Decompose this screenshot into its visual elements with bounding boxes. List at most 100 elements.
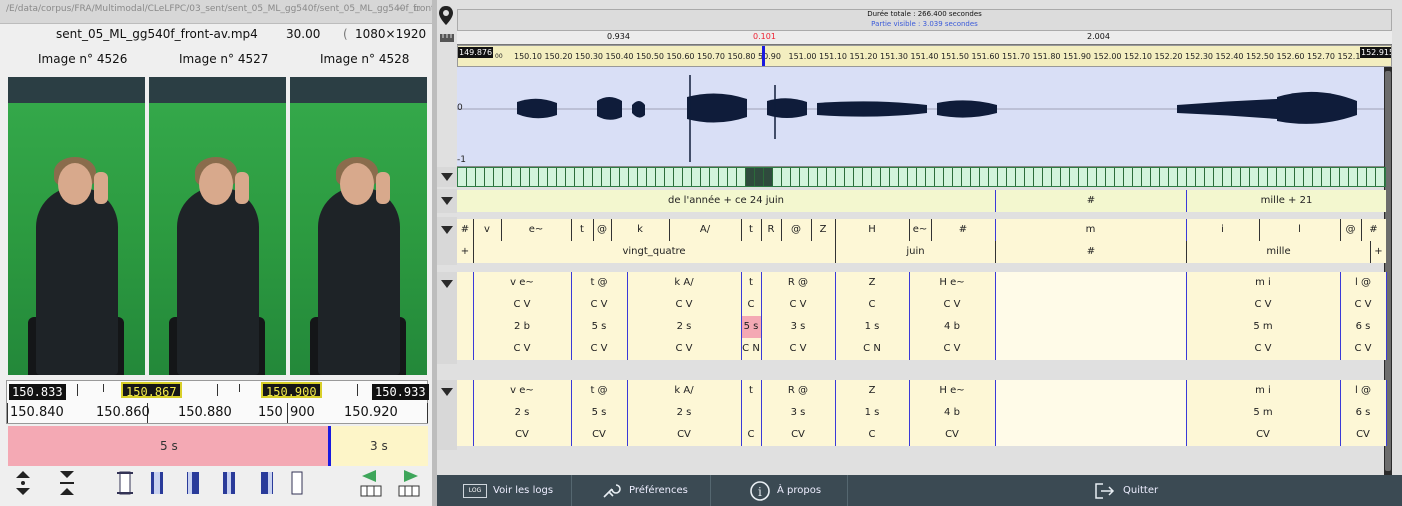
- tier-4-cell[interactable]: l @: [1340, 380, 1386, 402]
- frame-cell[interactable]: [593, 168, 602, 186]
- tier-4-cell[interactable]: CV: [1186, 424, 1340, 446]
- frame-cell[interactable]: [539, 168, 548, 186]
- frame-cell[interactable]: [1160, 168, 1169, 186]
- tier-3-cell[interactable]: C N: [741, 338, 761, 360]
- frame-cell[interactable]: [710, 168, 719, 186]
- frame-cell[interactable]: [1250, 168, 1259, 186]
- tier-2-phone[interactable]: e~: [909, 219, 931, 241]
- tier-4-cell[interactable]: [741, 402, 761, 424]
- tier-3-cell[interactable]: R @: [761, 272, 835, 294]
- frame-cell[interactable]: [512, 168, 521, 186]
- frame-cell[interactable]: [1223, 168, 1232, 186]
- frame-cell[interactable]: [548, 168, 557, 186]
- frame-cell[interactable]: [692, 168, 701, 186]
- tier-2-phone[interactable]: e~: [501, 219, 571, 241]
- tier-4-cell[interactable]: CV: [627, 424, 741, 446]
- tier-4-cell[interactable]: H e~: [909, 380, 995, 402]
- tier-4-cell[interactable]: 2 s: [473, 402, 571, 424]
- tier-2-phone[interactable]: @: [781, 219, 811, 241]
- tier-3-cell[interactable]: 6 s: [1340, 316, 1386, 338]
- frame-cell[interactable]: [980, 168, 989, 186]
- frame-cell[interactable]: [764, 168, 773, 186]
- logs-button[interactable]: LOG Voir les logs: [463, 475, 553, 506]
- frame-cell[interactable]: [1178, 168, 1187, 186]
- tier-2-phone[interactable]: @: [593, 219, 611, 241]
- tier-2-plus[interactable]: +: [1371, 241, 1386, 263]
- maximize-icon[interactable]: ▫: [414, 0, 420, 18]
- tier-3-cell[interactable]: 4 b: [909, 316, 995, 338]
- frame-cell[interactable]: [1079, 168, 1088, 186]
- tier-2-phone[interactable]: @: [1340, 219, 1361, 241]
- empty-segment[interactable]: [995, 294, 1186, 316]
- tier-3-cell[interactable]: m i: [1186, 272, 1340, 294]
- tier-3-cell[interactable]: t: [741, 272, 761, 294]
- frame-cell[interactable]: [575, 168, 584, 186]
- tier-4-cell[interactable]: CV: [473, 424, 571, 446]
- tier-1-seg[interactable]: mille + 21: [1187, 190, 1386, 212]
- frame-cell[interactable]: [926, 168, 935, 186]
- frame-cell[interactable]: [818, 168, 827, 186]
- tier-4-cell[interactable]: R @: [761, 380, 835, 402]
- tier-3-cell[interactable]: C V: [571, 338, 627, 360]
- frame-center-icon[interactable]: [218, 468, 240, 498]
- frame-cell[interactable]: [1331, 168, 1340, 186]
- frame-cell[interactable]: [1259, 168, 1268, 186]
- about-button[interactable]: i À propos: [749, 475, 821, 506]
- frame-cell[interactable]: [728, 168, 737, 186]
- empty-segment[interactable]: [995, 272, 1186, 294]
- frame-cell[interactable]: [1367, 168, 1376, 186]
- frame-cell[interactable]: [629, 168, 638, 186]
- tier-4-cell[interactable]: t: [741, 380, 761, 402]
- frame-cell[interactable]: [755, 168, 764, 186]
- minimize-icon[interactable]: −: [397, 0, 405, 18]
- tier-2-phone[interactable]: R: [761, 219, 781, 241]
- frame-cell[interactable]: [530, 168, 539, 186]
- tier-1-row[interactable]: de l'année + ce 24 juin # mille + 21: [457, 190, 1386, 212]
- collapse-triangle-icon[interactable]: [441, 173, 453, 181]
- frame-cell[interactable]: [476, 168, 485, 186]
- tier-2-phone[interactable]: H: [835, 219, 909, 241]
- frame-cell[interactable]: [1214, 168, 1223, 186]
- frame-cell[interactable]: [1043, 168, 1052, 186]
- frame-cell[interactable]: [881, 168, 890, 186]
- tier-4-cell[interactable]: 5 m: [1186, 402, 1340, 424]
- tier-2-phone[interactable]: #: [1361, 219, 1386, 241]
- frame-cell[interactable]: [467, 168, 476, 186]
- tier-4-cell[interactable]: Z: [835, 380, 909, 402]
- frame-quarter-icon[interactable]: [182, 468, 204, 498]
- frame-cell[interactable]: [557, 168, 566, 186]
- frame-cell[interactable]: [1124, 168, 1133, 186]
- frame-cell[interactable]: [1061, 168, 1070, 186]
- tier-4-row[interactable]: v e~ t @ k A/t R @ Z H e~ m il @: [457, 380, 1387, 402]
- tier-3-cell[interactable]: C V: [1186, 294, 1340, 316]
- tier-4-cell[interactable]: 2 s: [627, 402, 741, 424]
- tier-4-row[interactable]: 2 s5 s2 s 3 s1 s4 b 5 m6 s: [457, 402, 1387, 424]
- tier-3-cell[interactable]: 5 s: [741, 316, 761, 338]
- frame-cell[interactable]: [458, 168, 467, 186]
- tier-3-cell[interactable]: C: [835, 294, 909, 316]
- tier-2-word[interactable]: vingt_quatre: [474, 241, 834, 263]
- tier-3-cell[interactable]: k A/: [627, 272, 741, 294]
- frame-cell[interactable]: [1070, 168, 1079, 186]
- tier-4-cell[interactable]: 4 b: [909, 402, 995, 424]
- ruler-icon[interactable]: [440, 33, 454, 43]
- tier-4-cell[interactable]: CV: [1340, 424, 1386, 446]
- frame-cell[interactable]: [1268, 168, 1277, 186]
- tier-4-cell[interactable]: CV: [909, 424, 995, 446]
- frame-cell[interactable]: [566, 168, 575, 186]
- frame-cell[interactable]: [917, 168, 926, 186]
- frame-cell[interactable]: [899, 168, 908, 186]
- frame-half-icon[interactable]: [146, 468, 168, 498]
- frame-cell[interactable]: [1376, 168, 1385, 186]
- frame-cell[interactable]: [944, 168, 953, 186]
- tier-3-cell[interactable]: C V: [571, 294, 627, 316]
- frame-cell[interactable]: [908, 168, 917, 186]
- tier-handle-4[interactable]: [437, 380, 457, 450]
- frame-cell[interactable]: [791, 168, 800, 186]
- frame-cell[interactable]: [665, 168, 674, 186]
- frame-cell[interactable]: [1340, 168, 1349, 186]
- frame-cell[interactable]: [863, 168, 872, 186]
- tier-3-cell[interactable]: 2 b: [473, 316, 571, 338]
- frame-cell[interactable]: [1115, 168, 1124, 186]
- frame-cell[interactable]: [485, 168, 494, 186]
